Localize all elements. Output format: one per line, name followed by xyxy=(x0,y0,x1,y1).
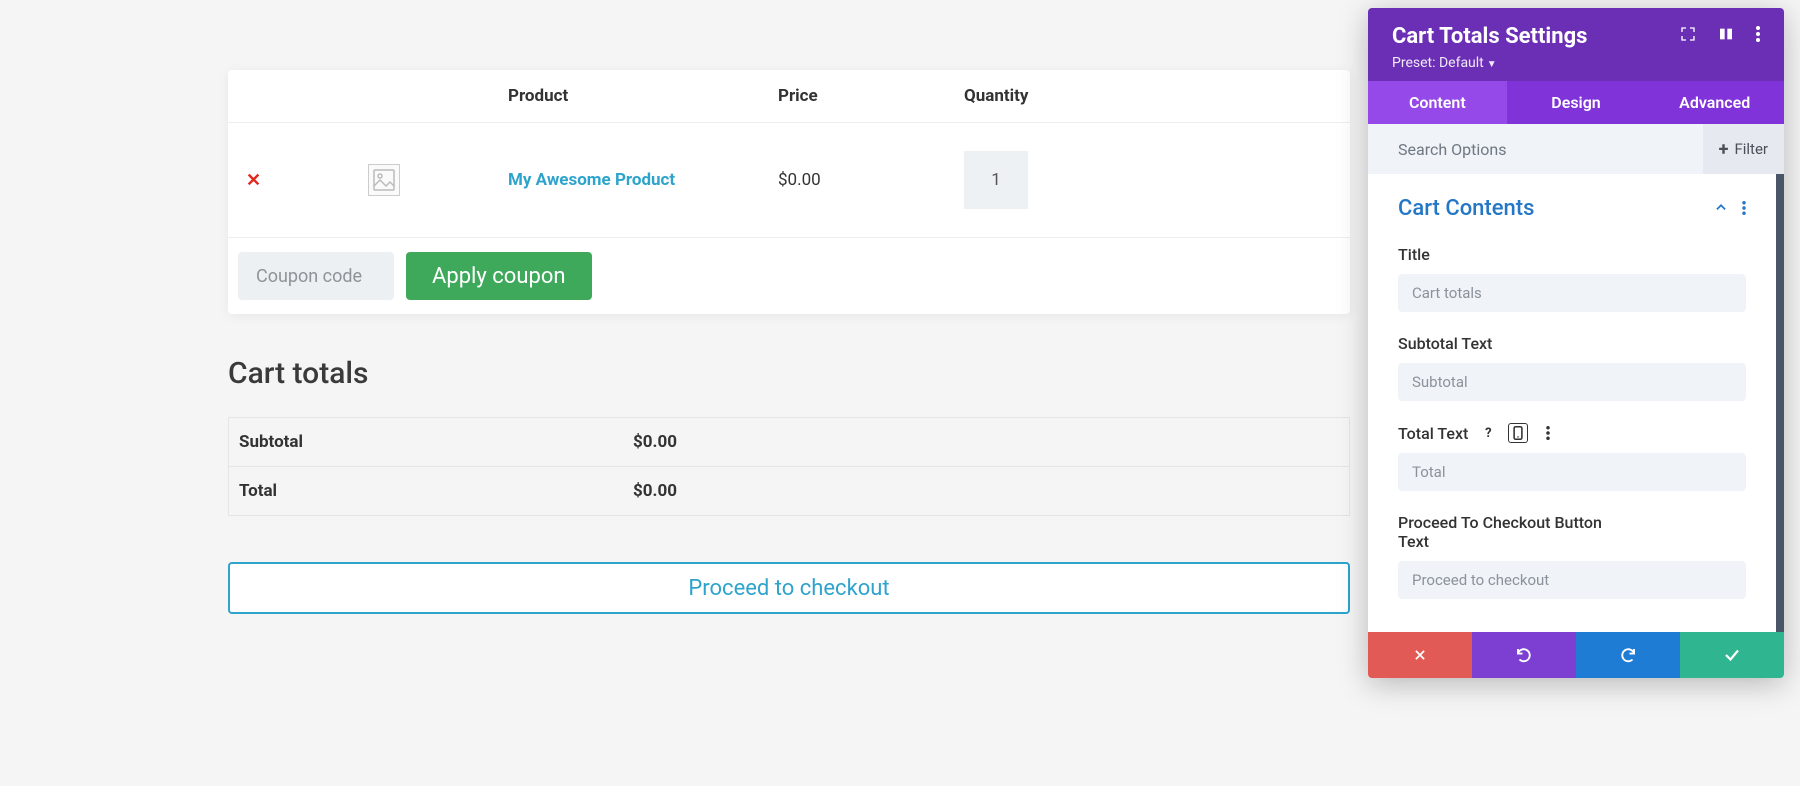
panel-title: Cart Totals Settings xyxy=(1392,24,1587,49)
field-kebab-icon[interactable] xyxy=(1538,423,1558,443)
mobile-icon[interactable] xyxy=(1508,423,1528,443)
field-checkout-text: Proceed To Checkout Button Text xyxy=(1368,509,1776,617)
field-subtotal-text: Subtotal Text xyxy=(1368,330,1776,419)
product-thumbnail[interactable] xyxy=(368,164,400,196)
cart-table-header: Product Price Quantity xyxy=(228,70,1350,123)
redo-button[interactable] xyxy=(1576,632,1680,678)
product-name-link[interactable]: My Awesome Product xyxy=(508,170,778,190)
subtotal-label: Subtotal xyxy=(239,432,633,452)
filter-button[interactable]: + Filter xyxy=(1703,124,1784,174)
tab-design[interactable]: Design xyxy=(1507,81,1646,124)
coupon-code-input[interactable] xyxy=(238,252,394,300)
cancel-button[interactable] xyxy=(1368,632,1472,678)
total-value: $0.00 xyxy=(633,481,677,501)
help-icon[interactable]: ? xyxy=(1478,423,1498,443)
checkout-text-input[interactable] xyxy=(1398,561,1746,599)
totals-subtotal-row: Subtotal $0.00 xyxy=(229,418,1349,467)
coupon-row: Apply coupon xyxy=(228,238,1350,314)
panel-header[interactable]: Cart Totals Settings Preset: Default▼ xyxy=(1368,8,1784,81)
kebab-icon[interactable] xyxy=(1756,26,1760,42)
totals-table: Subtotal $0.00 Total $0.00 xyxy=(228,417,1350,516)
cart-totals-heading: Cart totals xyxy=(228,356,1350,391)
undo-button[interactable] xyxy=(1472,632,1576,678)
field-checkout-label: Proceed To Checkout Button Text xyxy=(1398,513,1608,551)
settings-panel: Cart Totals Settings Preset: Default▼ Co… xyxy=(1368,8,1784,678)
preset-selector[interactable]: Preset: Default▼ xyxy=(1392,55,1760,71)
expand-icon[interactable] xyxy=(1680,26,1696,42)
field-total-text: Total Text ? xyxy=(1368,419,1776,509)
field-subtotal-label: Subtotal Text xyxy=(1398,334,1492,353)
panel-tabs: Content Design Advanced xyxy=(1368,81,1784,124)
remove-item-icon[interactable]: ✕ xyxy=(246,170,261,191)
subtotal-text-input[interactable] xyxy=(1398,363,1746,401)
cart-page: Product Price Quantity ✕ My Awesome Prod… xyxy=(228,70,1350,614)
tab-advanced[interactable]: Advanced xyxy=(1645,81,1784,124)
quantity-input[interactable]: 1 xyxy=(964,151,1028,209)
tab-content[interactable]: Content xyxy=(1368,81,1507,124)
total-label: Total xyxy=(239,481,633,501)
save-button[interactable] xyxy=(1680,632,1784,678)
search-options[interactable]: Search Options xyxy=(1398,140,1703,159)
field-total-label: Total Text xyxy=(1398,424,1468,443)
header-price: Price xyxy=(778,86,964,106)
table-row: ✕ My Awesome Product $0.00 1 xyxy=(228,123,1350,238)
section-kebab-icon[interactable] xyxy=(1742,196,1746,221)
panel-footer xyxy=(1368,632,1784,678)
section-cart-contents[interactable]: Cart Contents xyxy=(1368,174,1776,241)
panel-body: Cart Contents Title Subtotal Text xyxy=(1368,174,1784,632)
product-price: $0.00 xyxy=(778,170,964,190)
chevron-up-icon[interactable] xyxy=(1714,200,1728,218)
search-row: Search Options + Filter xyxy=(1368,124,1784,174)
plus-icon: + xyxy=(1719,139,1729,160)
header-product: Product xyxy=(508,86,778,106)
title-input[interactable] xyxy=(1398,274,1746,312)
field-title: Title xyxy=(1368,241,1776,330)
totals-total-row: Total $0.00 xyxy=(229,467,1349,515)
subtotal-value: $0.00 xyxy=(633,432,677,452)
columns-icon[interactable] xyxy=(1718,26,1734,42)
proceed-to-checkout-button[interactable]: Proceed to checkout xyxy=(228,562,1350,614)
header-quantity: Quantity xyxy=(964,86,1244,106)
cart-table: Product Price Quantity ✕ My Awesome Prod… xyxy=(228,70,1350,314)
total-text-input[interactable] xyxy=(1398,453,1746,491)
field-title-label: Title xyxy=(1398,245,1430,264)
apply-coupon-button[interactable]: Apply coupon xyxy=(406,252,592,300)
